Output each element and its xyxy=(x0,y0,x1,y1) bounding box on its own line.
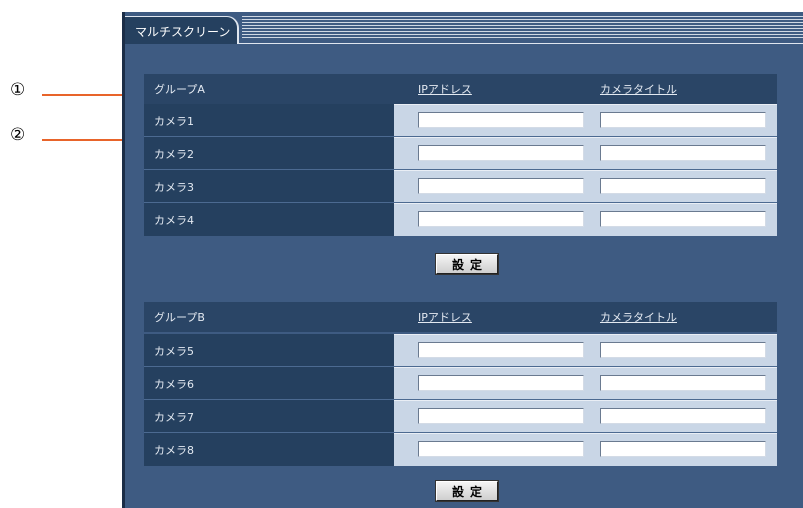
ip-address-input[interactable] xyxy=(418,342,584,358)
ip-address-input[interactable] xyxy=(418,112,584,128)
ip-address-column-link[interactable]: IPアドレス xyxy=(418,81,472,97)
tab-multiscreen[interactable]: マルチスクリーン xyxy=(125,16,239,44)
tab-bar-lines xyxy=(242,14,803,40)
table-row: カメラ5 xyxy=(144,334,777,367)
camera-title-input[interactable] xyxy=(600,408,766,424)
ip-address-input[interactable] xyxy=(418,145,584,161)
camera-title-column-link[interactable]: カメラタイトル xyxy=(600,81,677,97)
ip-address-input[interactable] xyxy=(418,211,584,227)
camera-label: カメラ7 xyxy=(154,410,194,424)
ip-address-input[interactable] xyxy=(418,441,584,457)
camera-title-input[interactable] xyxy=(600,375,766,391)
callout-1: ① xyxy=(10,80,26,100)
panel-left-border xyxy=(122,12,125,508)
camera-label: カメラ6 xyxy=(154,377,194,391)
camera-title-input[interactable] xyxy=(600,145,766,161)
group-name: グループA xyxy=(154,83,205,96)
camera-label: カメラ5 xyxy=(154,344,194,358)
camera-label: カメラ4 xyxy=(154,213,194,227)
camera-title-input[interactable] xyxy=(600,441,766,457)
camera-label: カメラ1 xyxy=(154,114,194,128)
ip-address-input[interactable] xyxy=(418,408,584,424)
camera-label: カメラ3 xyxy=(154,180,194,194)
tab-label: マルチスクリーン xyxy=(135,25,231,39)
table-row: カメラ6 xyxy=(144,367,777,400)
camera-title-input[interactable] xyxy=(600,342,766,358)
table-row: カメラ3 xyxy=(144,170,777,203)
ip-address-input[interactable] xyxy=(418,178,584,194)
group-name: グループB xyxy=(154,311,205,324)
group-b-set-button[interactable]: 設定 xyxy=(435,480,499,502)
ip-address-input[interactable] xyxy=(418,375,584,391)
camera-title-input[interactable] xyxy=(600,211,766,227)
camera-title-input[interactable] xyxy=(600,178,766,194)
group-a-set-button[interactable]: 設定 xyxy=(435,253,499,275)
table-row: カメラ4 xyxy=(144,203,777,236)
table-row: カメラ1 xyxy=(144,104,777,137)
group-a-header: グループA IPアドレス カメラタイトル xyxy=(144,74,777,104)
table-row: カメラ8 xyxy=(144,433,777,466)
table-row: カメラ2 xyxy=(144,137,777,170)
table-row: カメラ7 xyxy=(144,400,777,433)
camera-label: カメラ2 xyxy=(154,147,194,161)
camera-label: カメラ8 xyxy=(154,443,194,457)
camera-title-column-link[interactable]: カメラタイトル xyxy=(600,309,677,325)
callout-2: ② xyxy=(10,125,26,145)
group-b-header: グループB IPアドレス カメラタイトル xyxy=(144,302,777,332)
camera-title-input[interactable] xyxy=(600,112,766,128)
tab-bar: マルチスクリーン xyxy=(125,12,803,44)
ip-address-column-link[interactable]: IPアドレス xyxy=(418,309,472,325)
